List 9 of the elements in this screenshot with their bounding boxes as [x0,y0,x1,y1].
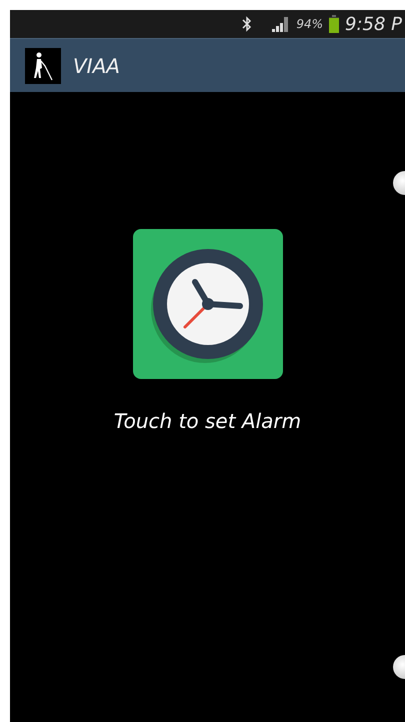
battery-percentage: 94% [296,17,323,31]
signal-icon [272,16,290,32]
app-title: VIAA [73,54,120,78]
set-alarm-label: Touch to set Alarm [114,409,302,433]
battery-icon [329,15,339,33]
clock-time: 9:58 P [345,14,402,34]
alarm-clock-icon[interactable] [132,229,282,379]
walking-person-icon [25,48,61,84]
bluetooth-icon [242,16,252,32]
